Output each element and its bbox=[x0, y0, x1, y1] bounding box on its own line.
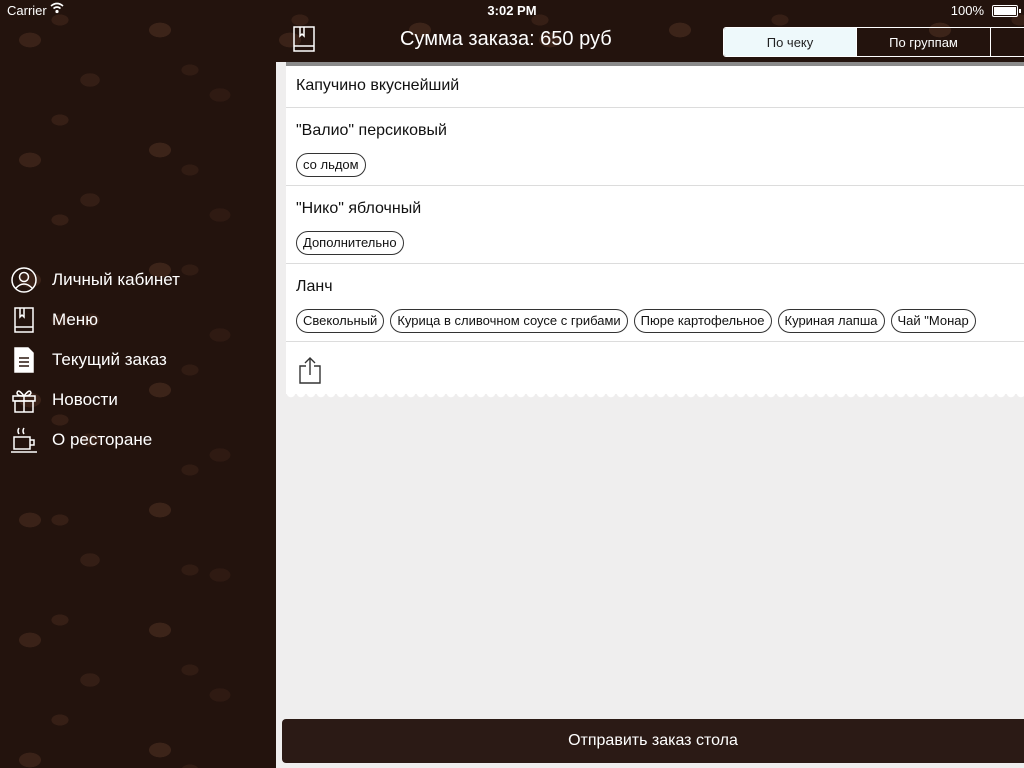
sidebar-item-label: Новости bbox=[52, 390, 118, 409]
order-item-name: Ланч bbox=[296, 278, 333, 295]
tab-by-groups[interactable]: По группам bbox=[856, 28, 990, 56]
coffee-cup-icon bbox=[10, 426, 38, 454]
modifier-tag[interactable]: со льдом bbox=[296, 153, 366, 177]
gift-icon bbox=[10, 386, 38, 414]
modifier-tag[interactable]: Чай "Монар bbox=[890, 309, 976, 333]
sidebar-item-label: О ресторане bbox=[52, 430, 153, 449]
sidebar-item-news[interactable]: Новости bbox=[0, 380, 276, 420]
order-item-name: "Нико" яблочный bbox=[296, 200, 422, 217]
header-bar: Сумма заказа: 650 руб По чеку По группам bbox=[276, 20, 1024, 62]
document-icon bbox=[10, 346, 38, 374]
list-item[interactable]: "Валио" персиковый со льдом bbox=[286, 108, 1024, 186]
order-total-title: Сумма заказа: 650 руб bbox=[400, 28, 612, 50]
sidebar-item-label: Личный кабинет bbox=[52, 270, 180, 289]
modifier-tags: Свекольный Курица в сливочном соусе с гр… bbox=[296, 309, 976, 333]
modifier-tags: Дополнительно bbox=[296, 231, 404, 255]
order-item-name: "Валио" персиковый bbox=[296, 122, 447, 139]
modifier-tag[interactable]: Свекольный bbox=[296, 309, 385, 333]
sidebar-item-menu[interactable]: Меню bbox=[0, 300, 276, 340]
tab-more[interactable] bbox=[990, 28, 1024, 56]
battery-icon bbox=[992, 5, 1021, 17]
send-table-order-button[interactable]: Отправить заказ стола bbox=[282, 719, 1024, 763]
sidebar-item-label: Меню bbox=[52, 310, 98, 329]
modifier-tags: со льдом bbox=[296, 153, 366, 177]
user-icon bbox=[10, 266, 38, 294]
status-bar: Carrier 3:02 PM 100% bbox=[0, 0, 1024, 20]
modifier-tag[interactable]: Курица в сливочном соусе с грибами bbox=[390, 309, 628, 333]
sidebar-item-about[interactable]: О ресторане bbox=[0, 420, 276, 460]
sidebar-menu: Личный кабинет Меню Текущий заказ Новост… bbox=[0, 260, 276, 460]
order-item-name: Капучино вкуснейший bbox=[296, 77, 460, 94]
menu-book-icon[interactable] bbox=[292, 25, 316, 58]
book-icon bbox=[10, 306, 38, 334]
sidebar-item-current-order[interactable]: Текущий заказ bbox=[0, 340, 276, 380]
share-icon[interactable] bbox=[298, 356, 322, 389]
list-item[interactable]: Ланч Свекольный Курица в сливочном соусе… bbox=[286, 264, 1024, 342]
tab-by-receipt[interactable]: По чеку bbox=[724, 28, 856, 56]
list-item[interactable]: "Нико" яблочный Дополнительно bbox=[286, 186, 1024, 264]
battery-percent: 100% bbox=[950, 3, 984, 18]
modifier-tag[interactable]: Пюре картофельное bbox=[633, 309, 772, 333]
order-panel: Капучино вкуснейший "Валио" персиковый с… bbox=[276, 62, 1024, 768]
modifier-tag[interactable]: Дополнительно bbox=[296, 231, 404, 255]
view-mode-segmented-control: По чеку По группам bbox=[723, 27, 1024, 57]
receipt: Капучино вкуснейший "Валио" персиковый с… bbox=[286, 66, 1024, 399]
sidebar-item-profile[interactable]: Личный кабинет bbox=[0, 260, 276, 300]
list-item[interactable]: Капучино вкуснейший bbox=[286, 66, 1024, 108]
clock-label: 3:02 PM bbox=[487, 3, 537, 18]
sidebar-item-label: Текущий заказ bbox=[52, 350, 167, 369]
modifier-tag[interactable]: Куриная лапша bbox=[777, 309, 885, 333]
